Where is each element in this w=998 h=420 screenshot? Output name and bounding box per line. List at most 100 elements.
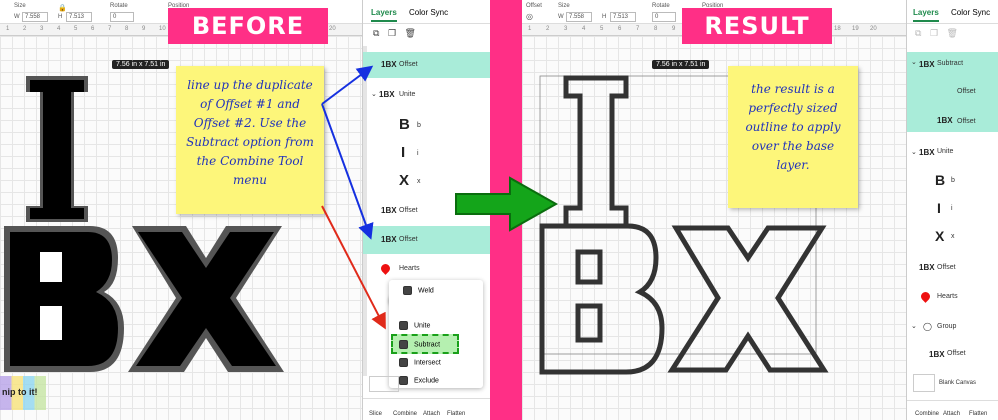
layer-label: Offset (957, 118, 976, 125)
chevron-down-icon[interactable]: ⌄ (371, 90, 377, 98)
layer-label: b (417, 122, 421, 129)
height-label: H (602, 14, 607, 20)
offset-icon[interactable]: ◎ (526, 12, 533, 21)
letter-x-shape[interactable] (128, 226, 284, 372)
chevron-down-icon[interactable]: ⌄ (911, 322, 917, 330)
width-field[interactable]: 7.558 (22, 12, 48, 22)
group-icon[interactable]: ⧉ (915, 28, 921, 38)
blank-canvas-swatch[interactable] (913, 374, 935, 392)
attach-button[interactable]: Attach (943, 411, 960, 417)
layer-thumb-icon: I (401, 144, 406, 161)
menu-item-unite[interactable]: Unite (399, 321, 430, 330)
ruler-number: 5 (600, 26, 604, 32)
layer-row[interactable]: 1BX Offset (907, 258, 998, 278)
ruler-number: 9 (142, 26, 146, 32)
ruler-number: 7 (636, 26, 640, 32)
layer-label: Unite (399, 91, 416, 98)
layer-label: Blank Canvas (939, 380, 977, 386)
layer-row[interactable]: ⌄ 1BX Unite (363, 84, 490, 106)
outline-letter-b[interactable] (539, 223, 665, 375)
letter-b-shape[interactable] (4, 226, 124, 372)
letter-i-shape[interactable] (26, 76, 88, 222)
before-panel: Size 🔒 W 7.558 H 7.513 Rotate 0 Position… (0, 0, 490, 420)
ruler-number: 20 (870, 26, 877, 32)
attach-button[interactable]: Attach (423, 411, 440, 417)
menu-item-intersect[interactable]: Intersect (399, 358, 441, 367)
snip-to-it-logo: nip to it! (0, 376, 46, 410)
tab-color-sync[interactable]: Color Sync (951, 8, 990, 17)
layer-row[interactable]: X x (907, 226, 998, 248)
layer-row[interactable]: B b (363, 114, 490, 136)
layer-label: x (951, 233, 955, 240)
ruler-number: 1 (6, 26, 10, 32)
layer-label: Offset (947, 350, 966, 357)
layer-row[interactable]: Offset 1BX Offset (907, 76, 998, 132)
group-thumb-icon: ◯ (923, 322, 932, 331)
outline-letter-x[interactable] (667, 225, 829, 373)
green-transition-arrow (455, 176, 559, 232)
lock-icon[interactable]: 🔒 (58, 4, 67, 12)
heart-icon: heart (379, 262, 392, 275)
layer-row[interactable]: B b (907, 170, 998, 192)
delete-icon[interactable]: 🗑 (405, 28, 416, 38)
layer-row[interactable]: I i (363, 142, 490, 164)
intersect-icon (399, 358, 408, 367)
offset-label: Offset (526, 3, 542, 9)
layer-thumb-icon: B (399, 116, 410, 133)
chevron-down-icon[interactable]: ⌄ (911, 148, 917, 156)
duplicate-icon[interactable]: ❐ (930, 28, 938, 38)
group-icon[interactable]: ⧉ (373, 28, 379, 38)
rotate-field[interactable]: 0 (110, 12, 134, 22)
layer-row[interactable]: ⌄ 1BX Subtract (907, 52, 998, 76)
layer-thumb-icon: 1BX (379, 90, 395, 99)
tab-layers[interactable]: Layers (371, 8, 397, 22)
result-bottom-toolbar: Combine Attach Flatten (907, 400, 998, 420)
menu-item-label: Intersect (414, 359, 441, 367)
slice-button[interactable]: Slice (369, 411, 382, 417)
menu-item-label: Exclude (414, 377, 439, 385)
result-banner: RESULT (682, 8, 832, 44)
layer-label: x (417, 178, 421, 185)
height-field[interactable]: 7.513 (610, 12, 636, 22)
exclude-icon (399, 376, 408, 385)
combine-button[interactable]: Combine (915, 411, 939, 417)
layer-row[interactable]: ⌄ ◯ Group (907, 318, 998, 336)
menu-item-label: Weld (418, 287, 434, 295)
result-panel: Offset ◎ Size W 7.558 H 7.513 Rotate 0 P… (522, 0, 998, 420)
layer-thumb-icon: 1BX (919, 60, 935, 69)
flatten-button[interactable]: Flatten (969, 411, 987, 417)
color-swatch-field[interactable] (369, 376, 399, 392)
ruler-number: 20 (329, 26, 336, 32)
width-field[interactable]: 7.558 (566, 12, 592, 22)
layer-thumb-icon: B (935, 172, 946, 188)
menu-item-subtract[interactable]: Subtract (391, 334, 459, 354)
tab-color-sync[interactable]: Color Sync (409, 8, 448, 17)
unite-icon (399, 321, 408, 330)
outline-letter-i[interactable] (563, 75, 629, 229)
size-label: Size (14, 3, 26, 9)
ruler-number: 8 (654, 26, 658, 32)
menu-item-exclude[interactable]: Exclude (399, 376, 439, 385)
layer-row[interactable]: heart Hearts (363, 260, 490, 280)
duplicate-icon[interactable]: ❐ (388, 28, 396, 38)
width-label: W (558, 14, 564, 20)
rotate-field[interactable]: 0 (652, 12, 676, 22)
layer-row[interactable]: heart Hearts (907, 288, 998, 306)
tab-layers[interactable]: Layers (913, 8, 939, 22)
layer-row[interactable]: ⌄ 1BX Unite (907, 144, 998, 162)
flatten-button[interactable]: Flatten (447, 411, 465, 417)
ruler-number: 4 (582, 26, 586, 32)
width-label: W (14, 14, 20, 20)
combine-button[interactable]: Combine (393, 411, 417, 417)
before-banner: BEFORE (168, 8, 328, 44)
delete-icon[interactable]: 🗑 (947, 28, 958, 38)
chevron-down-icon[interactable]: ⌄ (911, 58, 917, 66)
menu-item-weld[interactable]: Weld (403, 286, 434, 295)
layer-row[interactable]: I i (907, 198, 998, 220)
layer-row[interactable]: Blank Canvas (907, 372, 998, 396)
layer-row[interactable]: 1BX Offset (907, 344, 998, 364)
rotate-label: Rotate (652, 3, 670, 9)
subtract-icon (399, 340, 408, 349)
height-field[interactable]: 7.513 (66, 12, 92, 22)
layer-row[interactable]: 1BX Offset (363, 52, 490, 78)
